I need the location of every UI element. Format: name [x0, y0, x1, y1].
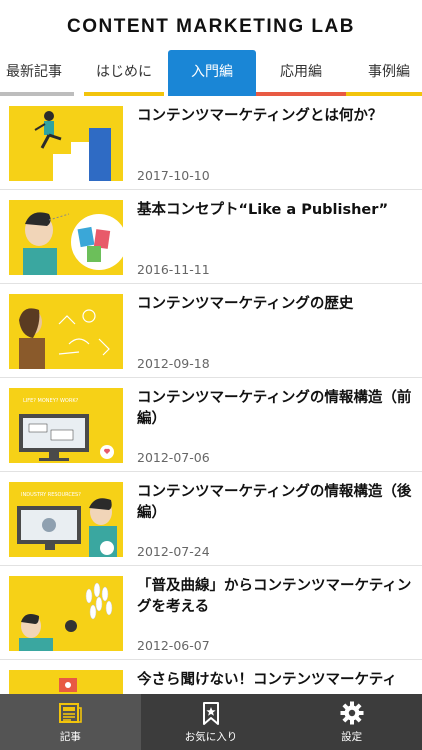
article-title: 今さら聞けない！コンテンツマーケティ — [137, 672, 397, 688]
nav-settings-label: 設定 — [341, 731, 363, 743]
article-title: コンテンツマーケティングとは何か？ — [137, 108, 383, 124]
article-date: 2012-06-07 — [137, 638, 210, 653]
nav-favorites-label: お気に入り — [184, 731, 238, 743]
article-title: コンテンツマーケティングの歴史 — [137, 296, 354, 312]
article-date: 2012-07-06 — [137, 450, 210, 465]
nav-favorites[interactable]: お気に入り — [141, 694, 282, 750]
article-item[interactable]: コンテンツマーケティングとは何か？ 2017-10-10 — [0, 96, 422, 190]
article-list: コンテンツマーケティングとは何か？ 2017-10-10 基本コンセプト“Lik… — [0, 96, 422, 694]
bowling-illustration — [9, 576, 123, 651]
nav-articles-label: 記事 — [59, 731, 81, 743]
nav-settings[interactable]: 設定 — [281, 694, 422, 750]
bookmark-star-icon — [203, 702, 219, 725]
tab-latest[interactable]: 最新記事 — [0, 50, 74, 96]
article-item[interactable]: コンテンツマーケティングの歴史 2012-09-18 — [0, 284, 422, 378]
article-item[interactable]: 「普及曲線」からコンテンツマーケティングを考える 2012-06-07 — [0, 566, 422, 660]
bottom-navigation: 記事 お気に入り 設定 — [0, 694, 422, 750]
article-date: 2012-09-18 — [137, 356, 210, 371]
article-title: コンテンツマーケティングの情報構造（後編） — [137, 484, 412, 521]
blog-monitor-illustration: LIFE? MONEY? WORK? — [9, 388, 123, 463]
monitor-tools-illustration: INDUSTRY RESOURCES? — [9, 482, 123, 557]
tab-basics[interactable]: 入門編 — [168, 50, 256, 96]
tab-introduction[interactable]: はじめに — [84, 50, 164, 96]
article-item[interactable]: 基本コンセプト“Like a Publisher” 2016-11-11 — [0, 190, 422, 284]
gear-icon — [340, 701, 364, 725]
article-item[interactable]: 今さら聞けない！コンテンツマーケティ — [0, 660, 422, 694]
question-illustration — [9, 670, 123, 694]
tab-advanced[interactable]: 応用編 — [256, 50, 346, 96]
svg-text:INDUSTRY RESOURCES?: INDUSTRY RESOURCES? — [21, 492, 81, 498]
publisher-man-illustration — [9, 200, 123, 275]
article-date: 2012-07-24 — [137, 544, 210, 559]
article-title: 基本コンセプト“Like a Publisher” — [137, 202, 389, 218]
article-item[interactable]: LIFE? MONEY? WORK? コンテンツマーケティングの情報構造（前編）… — [0, 378, 422, 472]
tab-case-studies[interactable]: 事例編 — [346, 50, 422, 96]
article-item[interactable]: INDUSTRY RESOURCES? コンテンツマーケティングの情報構造（後編… — [0, 472, 422, 566]
stairs-runner-illustration — [9, 106, 123, 181]
nav-articles[interactable]: 記事 — [0, 694, 141, 750]
article-title: 「普及曲線」からコンテンツマーケティングを考える — [137, 578, 412, 615]
article-title: コンテンツマーケティングの情報構造（前編） — [137, 390, 412, 427]
category-tabbar: 最新記事 はじめに 入門編 応用編 事例編 — [0, 50, 422, 96]
app-title: CONTENT MARKETING LAB — [67, 16, 355, 37]
article-date: 2016-11-11 — [137, 262, 210, 277]
history-caveman-illustration — [9, 294, 123, 369]
article-date: 2017-10-10 — [137, 168, 210, 183]
svg-text:LIFE? MONEY? WORK?: LIFE? MONEY? WORK? — [23, 398, 79, 404]
app-header: CONTENT MARKETING LAB — [0, 0, 422, 46]
newspaper-icon — [59, 703, 83, 723]
